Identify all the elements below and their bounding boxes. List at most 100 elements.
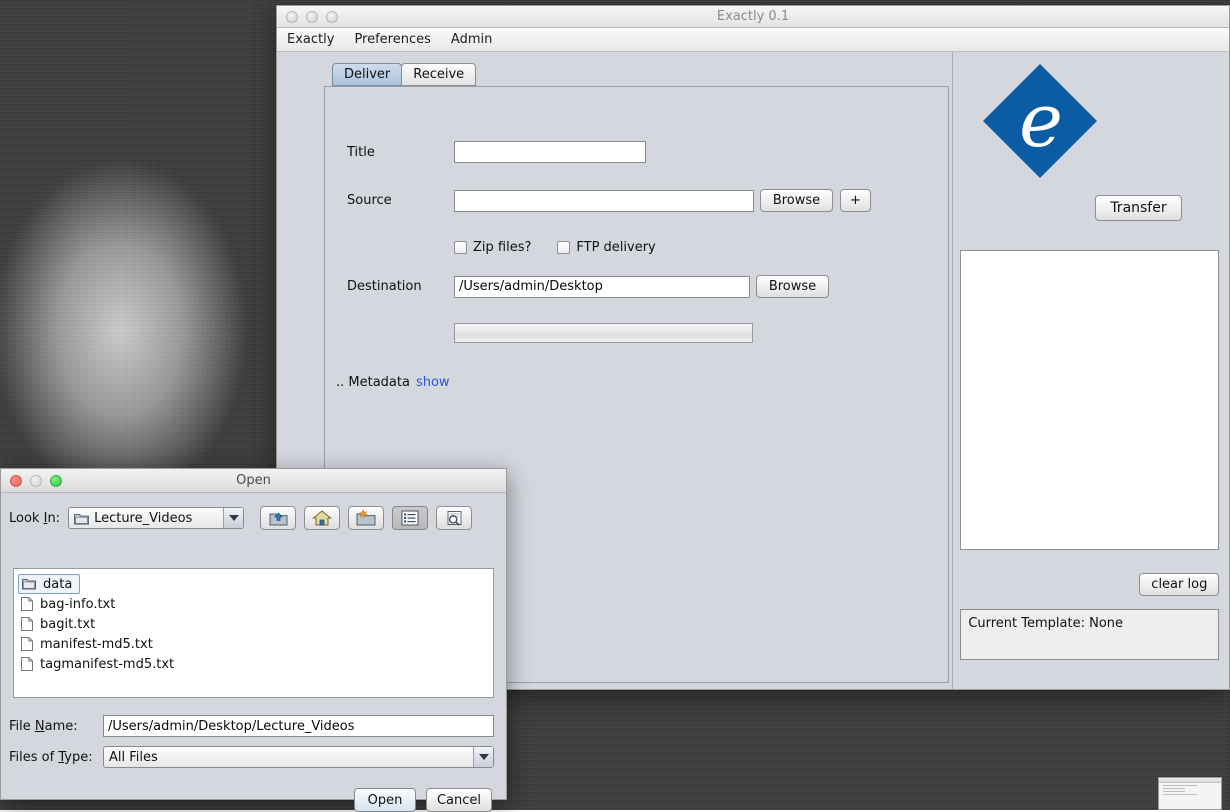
file-type-combobox[interactable]: All Files [103, 746, 494, 768]
metadata-show-link[interactable]: show [416, 375, 450, 390]
dialog-buttons: Open Cancel [354, 788, 492, 812]
options-row: Zip files? FTP delivery [454, 240, 656, 255]
zip-files-label: Zip files? [473, 240, 531, 255]
source-browse-button[interactable]: Browse [760, 189, 833, 212]
list-item[interactable]: manifest-md5.txt [18, 634, 489, 654]
mini-window-titlebar [1159, 778, 1221, 783]
minimize-button[interactable] [306, 11, 318, 23]
main-window-title: Exactly 0.1 [277, 9, 1229, 24]
open-dialog-title: Open [1, 473, 506, 488]
ftp-delivery-checkbox-box[interactable] [557, 241, 570, 254]
menu-bar: Exactly Preferences Admin [277, 28, 1229, 52]
close-button[interactable] [286, 11, 298, 23]
mini-window-line [1163, 794, 1197, 795]
title-label: Title [347, 145, 454, 160]
menu-item-preferences[interactable]: Preferences [352, 31, 432, 48]
look-in-dropdown-arrow[interactable] [223, 508, 243, 528]
look-in-combobox[interactable]: Lecture_Videos [68, 507, 244, 529]
destination-input[interactable]: /Users/admin/Desktop [454, 276, 750, 298]
file-list[interactable]: data bag-info.txt bagit.txt [13, 568, 494, 698]
source-label: Source [347, 193, 454, 208]
log-output-panel[interactable] [960, 250, 1219, 550]
open-dialog-window-controls[interactable] [1, 475, 62, 487]
new-folder-button[interactable] [348, 506, 384, 530]
metadata-row: .. Metadata show [336, 375, 450, 390]
details-view-button[interactable] [436, 506, 472, 530]
current-template-text: Current Template: None [961, 610, 1218, 637]
window-controls[interactable] [277, 11, 338, 23]
file-type-row: Files of Type: All Files [9, 746, 494, 768]
list-item-label: bag-info.txt [40, 597, 115, 612]
mini-window-line [1163, 788, 1185, 789]
list-item[interactable]: tagmanifest-md5.txt [18, 654, 489, 674]
progress-row [454, 323, 753, 343]
new-folder-icon [356, 509, 376, 527]
details-view-icon [445, 510, 464, 527]
file-icon [21, 637, 33, 651]
list-item-label: data [43, 577, 72, 592]
folder-icon [74, 512, 89, 525]
file-type-dropdown-arrow[interactable] [473, 747, 493, 767]
destination-label: Destination [347, 279, 454, 294]
look-in-row: Look In: Lecture_Videos [9, 506, 472, 530]
file-type-label: Files of Type: [9, 750, 103, 765]
look-in-value: Lecture_Videos [94, 511, 192, 526]
menu-item-admin[interactable]: Admin [449, 31, 494, 48]
list-item[interactable]: bagit.txt [18, 614, 489, 634]
list-item[interactable]: bag-info.txt [18, 594, 489, 614]
file-name-input[interactable]: /Users/admin/Desktop/Lecture_Videos [103, 715, 494, 737]
home-icon [312, 509, 332, 527]
file-name-row: File Name: /Users/admin/Desktop/Lecture_… [9, 715, 494, 737]
clear-log-wrap: clear log [1139, 573, 1219, 596]
list-item-label: tagmanifest-md5.txt [40, 657, 174, 672]
file-icon [21, 657, 33, 671]
metadata-label: .. Metadata [336, 375, 410, 390]
open-button[interactable]: Open [354, 788, 416, 812]
ftp-delivery-checkbox[interactable]: FTP delivery [557, 240, 655, 255]
list-item-label: manifest-md5.txt [40, 637, 153, 652]
background-mini-window[interactable] [1158, 777, 1222, 810]
chevron-down-icon [479, 754, 489, 760]
minimize-button[interactable] [30, 475, 42, 487]
destination-row: Destination /Users/admin/Desktop Browse [347, 275, 829, 298]
list-item-label: bagit.txt [40, 617, 95, 632]
current-template-panel: Current Template: None [960, 609, 1219, 660]
open-dialog-body: Look In: Lecture_Videos [1, 493, 506, 799]
home-button[interactable] [304, 506, 340, 530]
open-dialog-titlebar[interactable]: Open [1, 469, 506, 493]
source-add-button[interactable]: + [840, 189, 871, 212]
list-item[interactable]: data [18, 574, 80, 594]
mini-window-line [1163, 791, 1185, 792]
destination-browse-button[interactable]: Browse [756, 275, 829, 298]
zip-files-checkbox-box[interactable] [454, 241, 467, 254]
list-view-button[interactable] [392, 506, 428, 530]
main-window-titlebar[interactable]: Exactly 0.1 [277, 6, 1229, 28]
mini-window-line [1163, 785, 1197, 786]
svg-text:e: e [1019, 78, 1063, 164]
zoom-button[interactable] [50, 475, 62, 487]
cancel-button[interactable]: Cancel [426, 788, 492, 812]
folder-icon [22, 578, 36, 590]
menu-item-exactly[interactable]: Exactly [285, 31, 336, 48]
zip-files-checkbox[interactable]: Zip files? [454, 240, 531, 255]
title-input[interactable] [454, 141, 646, 163]
title-row: Title [347, 141, 646, 163]
ftp-delivery-label: FTP delivery [576, 240, 655, 255]
file-type-value: All Files [109, 750, 158, 765]
exactly-logo-icon: e [981, 62, 1099, 180]
zoom-button[interactable] [326, 11, 338, 23]
tab-deliver[interactable]: Deliver [332, 63, 402, 86]
source-row: Source Browse + [347, 189, 871, 212]
file-icon [21, 617, 33, 631]
clear-log-button[interactable]: clear log [1139, 573, 1219, 596]
up-one-level-button[interactable] [260, 506, 296, 530]
tab-receive[interactable]: Receive [401, 63, 476, 86]
transfer-progress-bar [454, 323, 753, 343]
close-button[interactable] [10, 475, 22, 487]
source-input[interactable] [454, 190, 754, 212]
file-icon [21, 597, 33, 611]
transfer-button[interactable]: Transfer [1095, 195, 1181, 221]
transfer-button-wrap: Transfer [1095, 195, 1181, 221]
chevron-down-icon [229, 515, 239, 521]
list-view-icon [401, 510, 419, 526]
